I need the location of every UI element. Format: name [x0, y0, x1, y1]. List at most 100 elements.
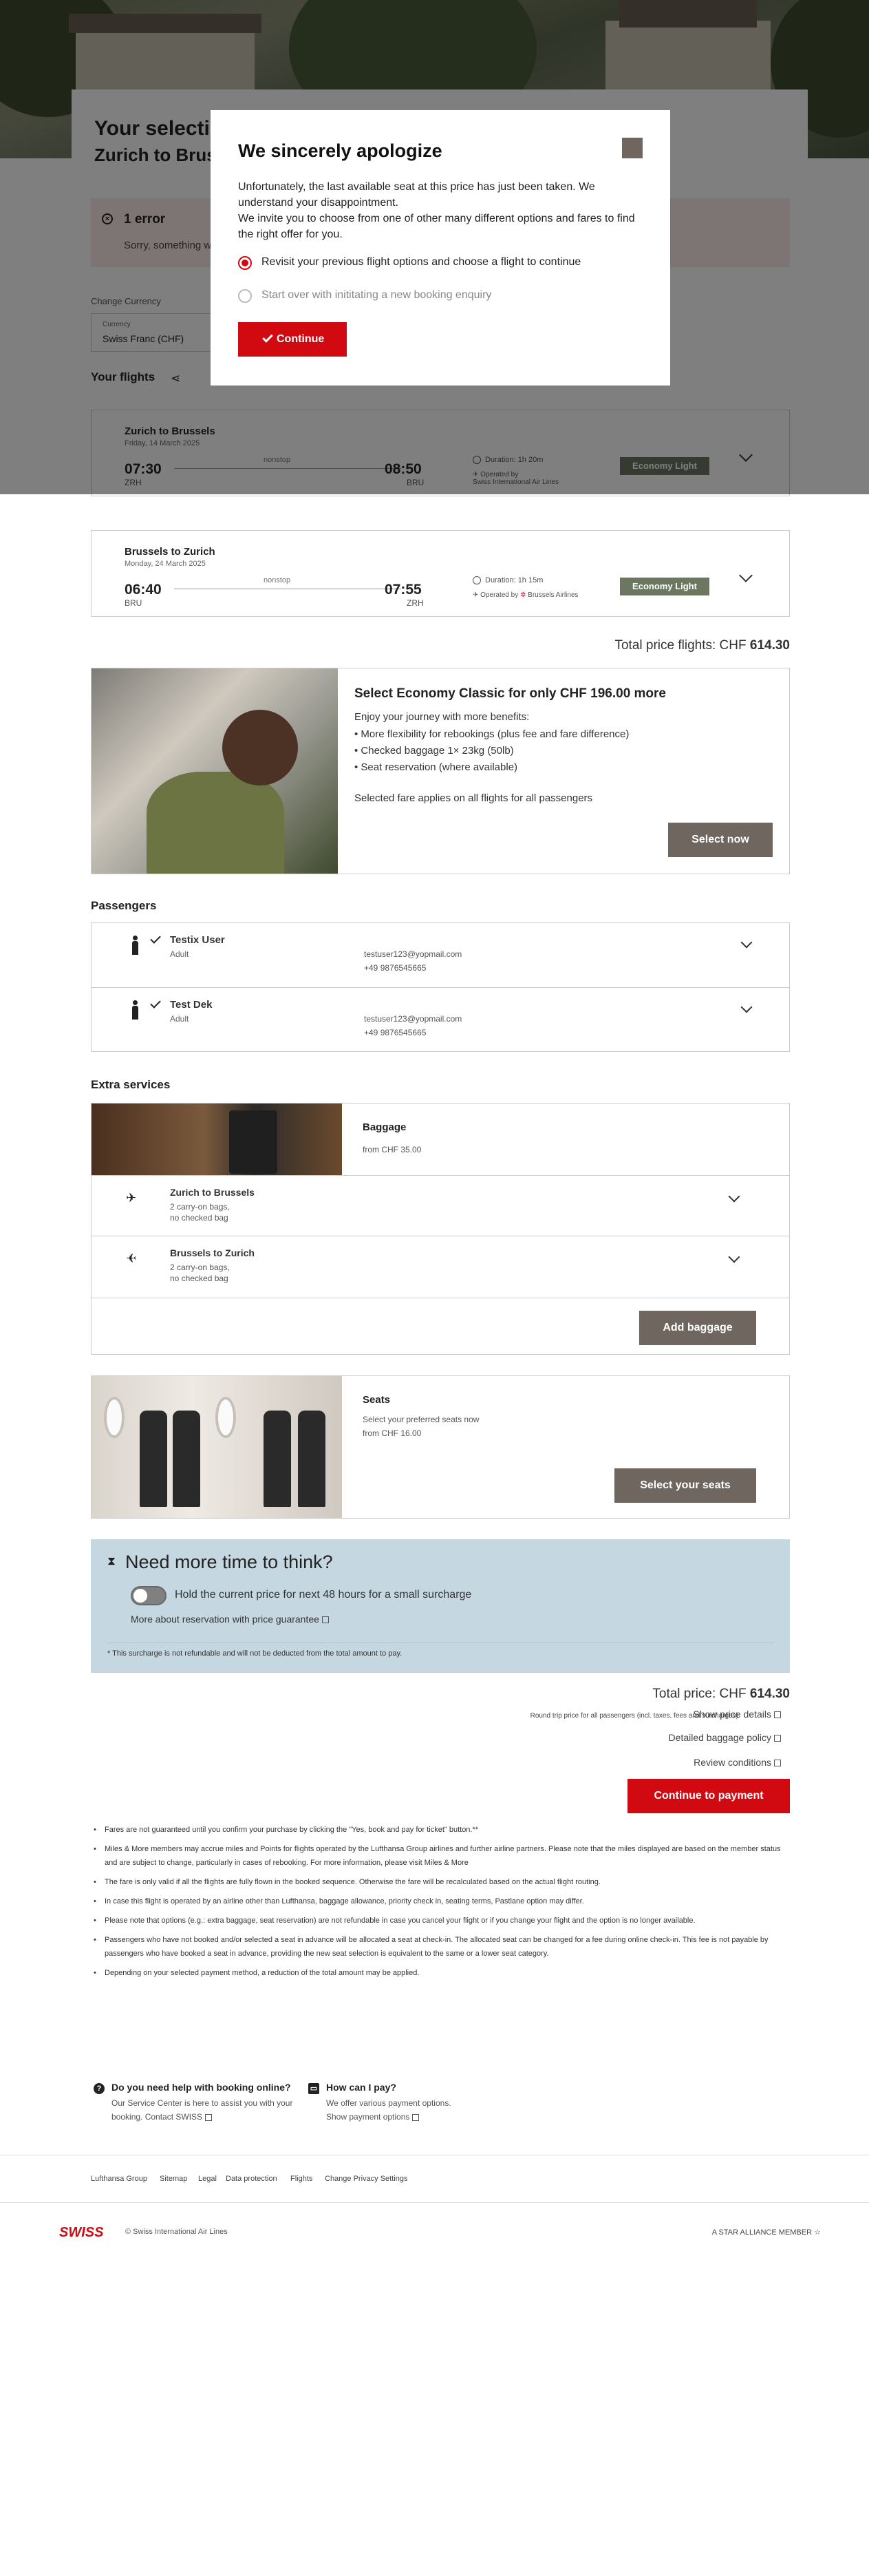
passenger-email: testuser123@yopmail.com: [364, 949, 462, 959]
footnotes: Fares are not guaranteed until you confi…: [91, 1823, 790, 1985]
help-text: We offer various payment options.: [326, 2098, 451, 2108]
baggage-leg-checked: no checked bag: [170, 1274, 228, 1283]
seats-sub: Select your preferred seats now: [363, 1415, 480, 1424]
price-hold-title: Need more time to think?: [125, 1552, 333, 1572]
upsell-intro: Enjoy your journey with more benefits:: [354, 711, 530, 723]
hourglass-icon: ⧗: [107, 1554, 116, 1567]
payment-options-link[interactable]: Show payment options: [326, 2112, 420, 2122]
duration-text: Duration: 1h 15m: [485, 576, 544, 584]
baggage-policy-link[interactable]: Detailed baggage policy: [669, 1732, 781, 1743]
modal-text-line2: We invite you to choose from one of othe…: [238, 213, 635, 240]
price-guarantee-link-text: More about reservation with price guaran…: [131, 1614, 319, 1625]
select-now-button[interactable]: Select now: [668, 823, 773, 857]
baggage-leg-checked: no checked bag: [170, 1213, 228, 1223]
departure-code: BRU: [125, 598, 142, 608]
footer-link[interactable]: Lufthansa Group: [91, 2175, 147, 2183]
add-baggage-button[interactable]: Add baggage: [639, 1311, 756, 1345]
external-link-icon: [774, 1760, 781, 1767]
chevron-down-icon[interactable]: [740, 1001, 753, 1013]
return-plane-icon: ✈: [126, 1252, 137, 1265]
modal-text: Unfortunately, the last available seat a…: [238, 179, 644, 242]
help-title: How can I pay?: [326, 2082, 396, 2093]
apology-modal: We sincerely apologize Unfortunately, th…: [211, 110, 670, 386]
flight-operator: ✈ Operated by ✲ Brussels Airlines: [473, 591, 579, 599]
footnote-item: Depending on your selected payment metho…: [91, 1966, 790, 1980]
passenger-list: Testix User Adult testuser123@yopmail.co…: [91, 922, 790, 1052]
seats-title: Seats: [363, 1394, 391, 1406]
conditions-link[interactable]: Review conditions: [694, 1757, 781, 1768]
arrival-code: ZRH: [407, 598, 424, 608]
flight-stops: nonstop: [264, 576, 291, 584]
brussels-logo-icon: ✲: [520, 591, 526, 599]
passenger-row[interactable]: Test Dek Adult testuser123@yopmail.com +…: [92, 988, 789, 1053]
option-revisit-label[interactable]: Revisit your previous flight options and…: [261, 256, 581, 268]
seat-shape: [173, 1411, 200, 1507]
price-hold-toggle[interactable]: [131, 1586, 167, 1605]
passenger-type: Adult: [170, 949, 189, 959]
price-hold-box: ⧗ Need more time to think? Hold the curr…: [91, 1539, 790, 1673]
seat-shape: [298, 1411, 325, 1507]
footer-nav: Lufthansa Group Sitemap Legal Data prote…: [0, 2155, 869, 2203]
close-modal-button[interactable]: [622, 138, 643, 158]
departure-time: 06:40: [125, 582, 162, 598]
footer-link[interactable]: Sitemap: [160, 2175, 187, 2183]
footer-link[interactable]: Change Privacy Settings: [325, 2175, 407, 2183]
select-seats-button[interactable]: Select your seats: [614, 1468, 756, 1503]
suitcase-shape: [229, 1110, 277, 1174]
upsell-image-figure: [147, 772, 284, 874]
seats-from: from CHF 16.00: [363, 1428, 422, 1438]
upsell-note: Selected fare applies on all flights for…: [354, 792, 593, 804]
extras-title: Extra services: [91, 1078, 171, 1091]
upsell-card: Select Economy Classic for only CHF 196.…: [91, 668, 790, 874]
option-revisit-radio[interactable]: [238, 256, 252, 270]
footnote-item: Please note that options (e.g.: extra ba…: [91, 1914, 790, 1928]
chevron-down-icon[interactable]: [728, 1251, 740, 1263]
fare-badge: Economy Light: [620, 578, 709, 595]
alliance-text: A STAR ALLIANCE MEMBER: [711, 2228, 813, 2237]
chevron-down-icon[interactable]: [728, 1190, 740, 1203]
footer-link[interactable]: Legal: [198, 2175, 217, 2183]
total-price: Total price: CHF 614.30: [652, 1687, 790, 1702]
chevron-down-icon[interactable]: [740, 936, 753, 949]
modal-title: We sincerely apologize: [238, 140, 442, 161]
modal-text-line1: Unfortunately, the last available seat a…: [238, 181, 595, 209]
price-guarantee-link[interactable]: More about reservation with price guaran…: [131, 1614, 329, 1625]
upsell-benefits: • More flexibility for rebookings (plus …: [354, 726, 629, 776]
flight-card[interactable]: Brussels to Zurich Monday, 24 March 2025…: [91, 530, 790, 617]
external-link-icon: [412, 2113, 420, 2121]
continue-to-payment-button[interactable]: Continue to payment: [627, 1779, 790, 1813]
card-icon: ▭: [308, 2083, 319, 2094]
chevron-down-icon[interactable]: [739, 569, 753, 582]
passenger-row[interactable]: Testix User Adult testuser123@yopmail.co…: [92, 923, 789, 988]
arrival-time: 07:55: [385, 582, 422, 598]
passenger-phone: +49 9876545665: [364, 963, 427, 973]
price-details-text: Show price details: [693, 1709, 771, 1720]
check-icon: [262, 332, 273, 343]
baggage-title: Baggage: [363, 1121, 407, 1133]
payment-options-text: Show payment options: [326, 2112, 410, 2122]
upsell-image: [92, 668, 338, 874]
flight-date: Monday, 24 March 2025: [125, 560, 206, 568]
clock-icon: [473, 576, 481, 585]
flight-route: Brussels to Zurich: [125, 546, 215, 558]
swiss-logo[interactable]: SWISS: [59, 2225, 103, 2241]
benefit-item: • Checked baggage 1× 23kg (50lb): [354, 745, 514, 757]
option-start-over-radio[interactable]: [238, 289, 252, 303]
conditions-text: Review conditions: [694, 1757, 771, 1768]
continue-button[interactable]: Continue: [238, 322, 347, 357]
option-start-over-label[interactable]: Start over with inititating a new bookin…: [261, 289, 491, 302]
price-details-link[interactable]: Show price details: [693, 1709, 781, 1720]
toggle-knob: [133, 1589, 147, 1603]
contact-swiss-link[interactable]: booking. Contact SWISS: [111, 2112, 213, 2122]
footer-link[interactable]: Data protection: [226, 2175, 277, 2183]
passengers-title: Passengers: [91, 899, 157, 912]
flight-duration: Duration: 1h 15m: [473, 576, 544, 585]
footer-link[interactable]: Flights: [290, 2175, 312, 2183]
passenger-type: Adult: [170, 1014, 189, 1024]
baggage-leg[interactable]: ✈ Zurich to Brussels 2 carry-on bags, no…: [92, 1175, 789, 1236]
price-hold-label: Hold the current price for next 48 hours…: [175, 1589, 472, 1601]
baggage-leg[interactable]: ✈ Brussels to Zurich 2 carry-on bags, no…: [92, 1236, 789, 1298]
footnote-item: The fare is only valid if all the flight…: [91, 1875, 790, 1889]
window-shape: [215, 1397, 236, 1438]
person-icon: [131, 936, 138, 955]
